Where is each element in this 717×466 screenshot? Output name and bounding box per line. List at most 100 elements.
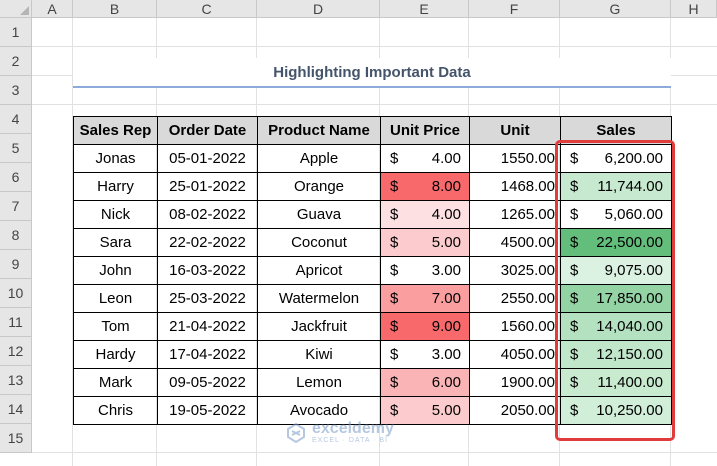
cell-order-date[interactable]: 16-03-2022 [157, 256, 258, 285]
row-header-14[interactable]: 14 [0, 395, 32, 424]
cell-unit[interactable]: 1550.00 [469, 144, 561, 173]
cell-sales[interactable]: $6,200.00 [560, 144, 672, 173]
cell-product-name[interactable]: Jackfruit [257, 312, 381, 341]
cell-sales[interactable]: $9,075.00 [560, 256, 672, 285]
currency-symbol: $ [570, 374, 579, 391]
cell-product-name[interactable]: Orange [257, 172, 381, 201]
cell-unit[interactable]: 4500.00 [469, 228, 561, 257]
cell-sales[interactable]: $5,060.00 [560, 200, 672, 229]
cell-product-name[interactable]: Kiwi [257, 340, 381, 369]
row-header-2[interactable]: 2 [0, 47, 32, 76]
cell-unit[interactable]: 3025.00 [469, 256, 561, 285]
cell-order-date[interactable]: 05-01-2022 [157, 144, 258, 173]
header-unit-price[interactable]: Unit Price [380, 116, 470, 145]
sales-value: 17,850.00 [596, 290, 663, 307]
column-header-b[interactable]: B [73, 0, 157, 18]
cell-sales[interactable]: $12,150.00 [560, 340, 672, 369]
cell-sales-rep[interactable]: Mark [73, 368, 158, 397]
sales-value: 14,040.00 [596, 318, 663, 335]
cell-sales[interactable]: $14,040.00 [560, 312, 672, 341]
cell-order-date[interactable]: 25-01-2022 [157, 172, 258, 201]
cell-sales[interactable]: $11,400.00 [560, 368, 672, 397]
header-order-date[interactable]: Order Date [157, 116, 258, 145]
cell-sales[interactable]: $10,250.00 [560, 396, 672, 425]
column-header-a[interactable]: A [32, 0, 73, 18]
cell-unit-price[interactable]: $4.00 [380, 144, 470, 173]
row-header-1[interactable]: 1 [0, 18, 32, 47]
header-sales-rep[interactable]: Sales Rep [73, 116, 158, 145]
row-header-7[interactable]: 7 [0, 192, 32, 221]
cell-order-date[interactable]: 17-04-2022 [157, 340, 258, 369]
row-header-3[interactable]: 3 [0, 76, 32, 105]
cell-sales-rep[interactable]: Tom [73, 312, 158, 341]
cell-unit[interactable]: 2050.00 [469, 396, 561, 425]
cell-order-date[interactable]: 25-03-2022 [157, 284, 258, 313]
table-row: Harry 25-01-2022 Orange $8.00 1468.00 $11,744… [73, 172, 672, 201]
cell-order-date[interactable]: 08-02-2022 [157, 200, 258, 229]
cell-sales-rep[interactable]: John [73, 256, 158, 285]
cell-unit[interactable]: 4050.00 [469, 340, 561, 369]
currency-symbol: $ [390, 206, 399, 223]
cell-product-name[interactable]: Guava [257, 200, 381, 229]
cell-sales-rep[interactable]: Chris [73, 396, 158, 425]
column-header-f[interactable]: F [469, 0, 560, 18]
cell-sales-rep[interactable]: Leon [73, 284, 158, 313]
cell-unit[interactable]: 1560.00 [469, 312, 561, 341]
row-header-13[interactable]: 13 [0, 366, 32, 395]
cell-product-name[interactable]: Lemon [257, 368, 381, 397]
row-header-11[interactable]: 11 [0, 308, 32, 337]
sheet-title[interactable]: Highlighting Important Data [73, 58, 671, 87]
row-header-12[interactable]: 12 [0, 337, 32, 366]
row-header-4[interactable]: 4 [0, 105, 32, 134]
column-header-e[interactable]: E [380, 0, 469, 18]
cell-unit[interactable]: 1468.00 [469, 172, 561, 201]
cell-unit-price[interactable]: $3.00 [380, 340, 470, 369]
cell-sales[interactable]: $17,850.00 [560, 284, 672, 313]
row-header-6[interactable]: 6 [0, 163, 32, 192]
unit-price-value: 4.00 [431, 206, 461, 223]
cell-unit-price[interactable]: $4.00 [380, 200, 470, 229]
row-header-5[interactable]: 5 [0, 134, 32, 163]
cell-unit[interactable]: 1265.00 [469, 200, 561, 229]
cell-sales-rep[interactable]: Hardy [73, 340, 158, 369]
cell-product-name[interactable]: Watermelon [257, 284, 381, 313]
select-all-corner[interactable] [0, 0, 32, 18]
unit-price-value: 3.00 [431, 262, 461, 279]
column-header-d[interactable]: D [257, 0, 380, 18]
cell-sales[interactable]: $11,744.00 [560, 172, 672, 201]
header-unit[interactable]: Unit [469, 116, 561, 145]
cell-unit-price[interactable]: $7.00 [380, 284, 470, 313]
column-header-g[interactable]: G [560, 0, 671, 18]
column-header-h[interactable]: H [671, 0, 717, 18]
cell-sales-rep[interactable]: Harry [73, 172, 158, 201]
cell-unit-price[interactable]: $3.00 [380, 256, 470, 285]
cell-sales[interactable]: $22,500.00 [560, 228, 672, 257]
cell-unit-price[interactable]: $5.00 [380, 228, 470, 257]
gridline [32, 104, 717, 105]
cell-product-name[interactable]: Apricot [257, 256, 381, 285]
cell-unit-price[interactable]: $6.00 [380, 368, 470, 397]
currency-symbol: $ [390, 318, 399, 335]
cell-unit-price[interactable]: $9.00 [380, 312, 470, 341]
row-header-9[interactable]: 9 [0, 250, 32, 279]
cell-unit[interactable]: 2550.00 [469, 284, 561, 313]
cell-unit[interactable]: 1900.00 [469, 368, 561, 397]
cell-order-date[interactable]: 21-04-2022 [157, 312, 258, 341]
cell-product-name[interactable]: Coconut [257, 228, 381, 257]
cell-product-name[interactable]: Apple [257, 144, 381, 173]
cell-order-date[interactable]: 22-02-2022 [157, 228, 258, 257]
cell-order-date[interactable]: 09-05-2022 [157, 368, 258, 397]
cell-sales-rep[interactable]: Nick [73, 200, 158, 229]
currency-symbol: $ [570, 150, 579, 167]
cell-order-date[interactable]: 19-05-2022 [157, 396, 258, 425]
title-underline [73, 86, 671, 88]
row-header-15[interactable]: 15 [0, 424, 32, 453]
cell-sales-rep[interactable]: Jonas [73, 144, 158, 173]
cell-unit-price[interactable]: $8.00 [380, 172, 470, 201]
row-header-8[interactable]: 8 [0, 221, 32, 250]
header-product-name[interactable]: Product Name [257, 116, 381, 145]
row-header-10[interactable]: 10 [0, 279, 32, 308]
cell-sales-rep[interactable]: Sara [73, 228, 158, 257]
header-sales[interactable]: Sales [560, 116, 672, 145]
column-header-c[interactable]: C [157, 0, 257, 18]
